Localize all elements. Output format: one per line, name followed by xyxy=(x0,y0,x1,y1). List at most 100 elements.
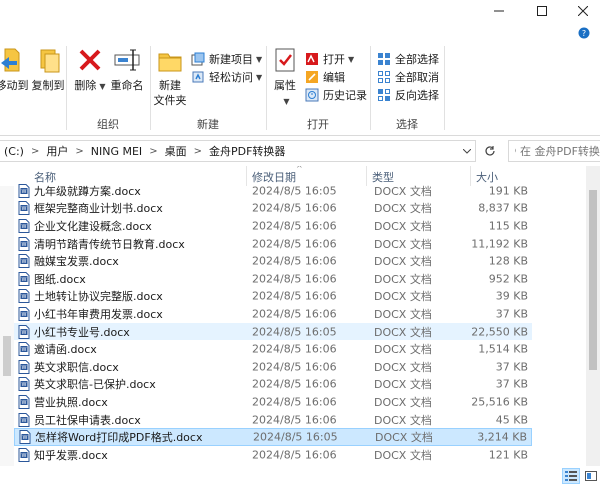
chevron-right-icon[interactable]: > xyxy=(191,146,205,157)
file-size: 128 KB xyxy=(488,254,528,268)
sort-caret-icon: ^ xyxy=(296,166,303,173)
search-input[interactable] xyxy=(520,144,600,158)
minimize-button[interactable] xyxy=(482,0,516,22)
move-to-icon xyxy=(0,44,28,76)
new-item-button[interactable]: 新建项目 ▼ xyxy=(190,50,262,68)
file-type: DOCX 文档 xyxy=(374,237,432,251)
properties-button[interactable]: 属性 ▼ xyxy=(270,44,300,109)
table-row[interactable]: W 营业执照.docx 2024/8/5 16:06 DOCX 文档 25,516 KB xyxy=(14,393,532,411)
breadcrumb-drive[interactable]: (C:) xyxy=(0,145,28,158)
file-size: 45 KB xyxy=(495,413,528,427)
svg-text:W: W xyxy=(23,435,28,441)
file-type: DOCX 文档 xyxy=(375,431,433,445)
breadcrumb-folder[interactable]: 金舟PDF转换器 xyxy=(205,143,289,159)
move-to-button[interactable]: 移动到 xyxy=(0,44,32,93)
file-name[interactable]: 框架完整商业计划书.docx xyxy=(34,200,163,216)
file-size: 3,214 KB xyxy=(477,430,527,444)
table-row[interactable]: W 图纸.docx 2024/8/5 16:06 DOCX 文档 952 KB xyxy=(14,270,532,288)
history-icon xyxy=(304,87,320,103)
maximize-button[interactable] xyxy=(525,0,559,22)
file-name[interactable]: 员工社保申请表.docx xyxy=(34,412,141,428)
refresh-button[interactable] xyxy=(480,140,500,162)
history-button[interactable]: 历史记录 xyxy=(304,86,367,104)
file-name[interactable]: 英文求职信.docx xyxy=(34,359,119,375)
refresh-icon xyxy=(485,146,495,156)
file-name[interactable]: 知乎发票.docx xyxy=(34,447,108,463)
select-group: 全部选择 全部取消 反向选择 选择 xyxy=(372,40,442,136)
file-size: 8,837 KB xyxy=(478,201,528,215)
table-row[interactable]: W 土地转让协议完整版.docx 2024/8/5 16:06 DOCX 文档 39 K… xyxy=(14,288,532,306)
file-type: DOCX 文档 xyxy=(374,255,432,269)
file-date: 2024/8/5 16:06 xyxy=(252,307,337,321)
group-separator xyxy=(370,46,371,130)
close-button[interactable] xyxy=(566,0,600,22)
chevron-right-icon[interactable]: > xyxy=(146,146,160,157)
file-name[interactable]: 清明节踏青传统节日教育.docx xyxy=(34,236,185,252)
table-row[interactable]: W 员工社保申请表.docx 2024/8/5 16:06 DOCX 文档 45 KB xyxy=(14,411,532,429)
table-row[interactable]: W 九年级就蹲方案.docx 2024/8/5 16:05 DOCX 文档 191 KB xyxy=(14,182,532,200)
easy-access-button[interactable]: 轻松访问 ▼ xyxy=(190,68,262,86)
address-row: (C:) > 用户 > NING MEI > 桌面 > 金舟PDF转换器 xyxy=(0,138,600,164)
edit-button[interactable]: 编辑 xyxy=(304,68,345,86)
file-name[interactable]: 营业执照.docx xyxy=(34,394,108,410)
table-row[interactable]: W 怎样将Word打印成PDF格式.docx 2024/8/5 16:05 DOCX … xyxy=(14,428,532,446)
vertical-scrollbar[interactable] xyxy=(586,166,600,466)
table-row[interactable]: W 框架完整商业计划书.docx 2024/8/5 16:06 DOCX 文档 8,83… xyxy=(14,200,532,218)
file-name[interactable]: 图纸.docx xyxy=(34,271,86,287)
file-date: 2024/8/5 16:05 xyxy=(252,184,337,198)
table-row[interactable]: W 英文求职信-已保护.docx 2024/8/5 16:06 DOCX 文档 37 K… xyxy=(14,376,532,394)
large-icons-view-button[interactable] xyxy=(582,468,600,484)
file-size: 39 KB xyxy=(495,289,528,303)
file-name[interactable]: 土地转让协议完整版.docx xyxy=(34,288,163,304)
table-row[interactable]: W 邀请函.docx 2024/8/5 16:06 DOCX 文档 1,514 KB xyxy=(14,340,532,358)
file-name[interactable]: 英文求职信-已保护.docx xyxy=(34,376,156,392)
table-row[interactable]: W 知乎发票.docx 2024/8/5 16:06 DOCX 文档 121 KB xyxy=(14,446,532,464)
table-row[interactable]: W 英文求职信.docx 2024/8/5 16:06 DOCX 文档 37 KB xyxy=(14,358,532,376)
file-date: 2024/8/5 16:06 xyxy=(252,254,337,268)
table-row[interactable]: W 小红书年审费用发票.docx 2024/8/5 16:06 DOCX 文档 37 K… xyxy=(14,305,532,323)
file-name[interactable]: 怎样将Word打印成PDF格式.docx xyxy=(35,429,202,445)
file-name[interactable]: 企业文化建设概念.docx xyxy=(34,218,152,234)
svg-text:W: W xyxy=(22,453,27,459)
word-doc-icon: W xyxy=(18,201,30,216)
file-date: 2024/8/5 16:05 xyxy=(252,325,337,339)
address-dropdown-button[interactable] xyxy=(459,141,475,161)
breadcrumb-users[interactable]: 用户 xyxy=(42,143,72,159)
svg-text:W: W xyxy=(22,224,27,230)
select-none-button[interactable]: 全部取消 xyxy=(376,68,439,86)
file-name[interactable]: 邀请函.docx xyxy=(34,341,97,357)
chevron-right-icon[interactable]: > xyxy=(72,146,86,157)
file-size: 121 KB xyxy=(488,448,528,462)
open-button[interactable]: 打开 ▼ xyxy=(304,50,354,68)
word-doc-icon: W xyxy=(19,430,31,445)
word-doc-icon: W xyxy=(18,183,30,198)
invert-selection-button[interactable]: 反向选择 xyxy=(376,86,439,104)
file-name[interactable]: 九年级就蹲方案.docx xyxy=(34,183,141,199)
file-type: DOCX 文档 xyxy=(374,360,432,374)
file-name[interactable]: 小红书年审费用发票.docx xyxy=(34,306,163,322)
details-view-button[interactable] xyxy=(562,468,580,484)
file-size: 25,516 KB xyxy=(471,395,528,409)
breadcrumb-desktop[interactable]: 桌面 xyxy=(161,143,191,159)
delete-button[interactable]: 删除 ▼ xyxy=(74,44,106,94)
file-name[interactable]: 小红书专业号.docx xyxy=(34,324,130,340)
group-separator xyxy=(66,46,67,130)
file-size: 37 KB xyxy=(495,360,528,374)
breadcrumb-user[interactable]: NING MEI xyxy=(87,145,146,158)
table-row[interactable]: W 清明节踏青传统节日教育.docx 2024/8/5 16:06 DOCX 文档 11… xyxy=(14,235,532,253)
new-folder-button[interactable]: 新建 文件夹 xyxy=(152,44,188,108)
file-name[interactable]: 融媒宝发票.docx xyxy=(34,253,119,269)
scrollbar-thumb[interactable] xyxy=(589,190,597,370)
copy-to-button[interactable]: 复制到 xyxy=(30,44,66,93)
file-date: 2024/8/5 16:06 xyxy=(252,377,337,391)
search-box[interactable] xyxy=(508,140,600,162)
chevron-right-icon[interactable]: > xyxy=(28,146,42,157)
address-bar[interactable]: (C:) > 用户 > NING MEI > 桌面 > 金舟PDF转换器 xyxy=(0,140,476,162)
table-row[interactable]: W 企业文化建设概念.docx 2024/8/5 16:06 DOCX 文档 115 K… xyxy=(14,217,532,235)
rename-button[interactable]: 重命名 xyxy=(108,44,146,93)
group-separator xyxy=(266,46,267,130)
table-row[interactable]: W 融媒宝发票.docx 2024/8/5 16:06 DOCX 文档 128 KB xyxy=(14,252,532,270)
select-all-button[interactable]: 全部选择 xyxy=(376,50,439,68)
table-row[interactable]: W 小红书专业号.docx 2024/8/5 16:05 DOCX 文档 22,550 … xyxy=(14,322,532,341)
minimize-icon xyxy=(494,10,504,12)
